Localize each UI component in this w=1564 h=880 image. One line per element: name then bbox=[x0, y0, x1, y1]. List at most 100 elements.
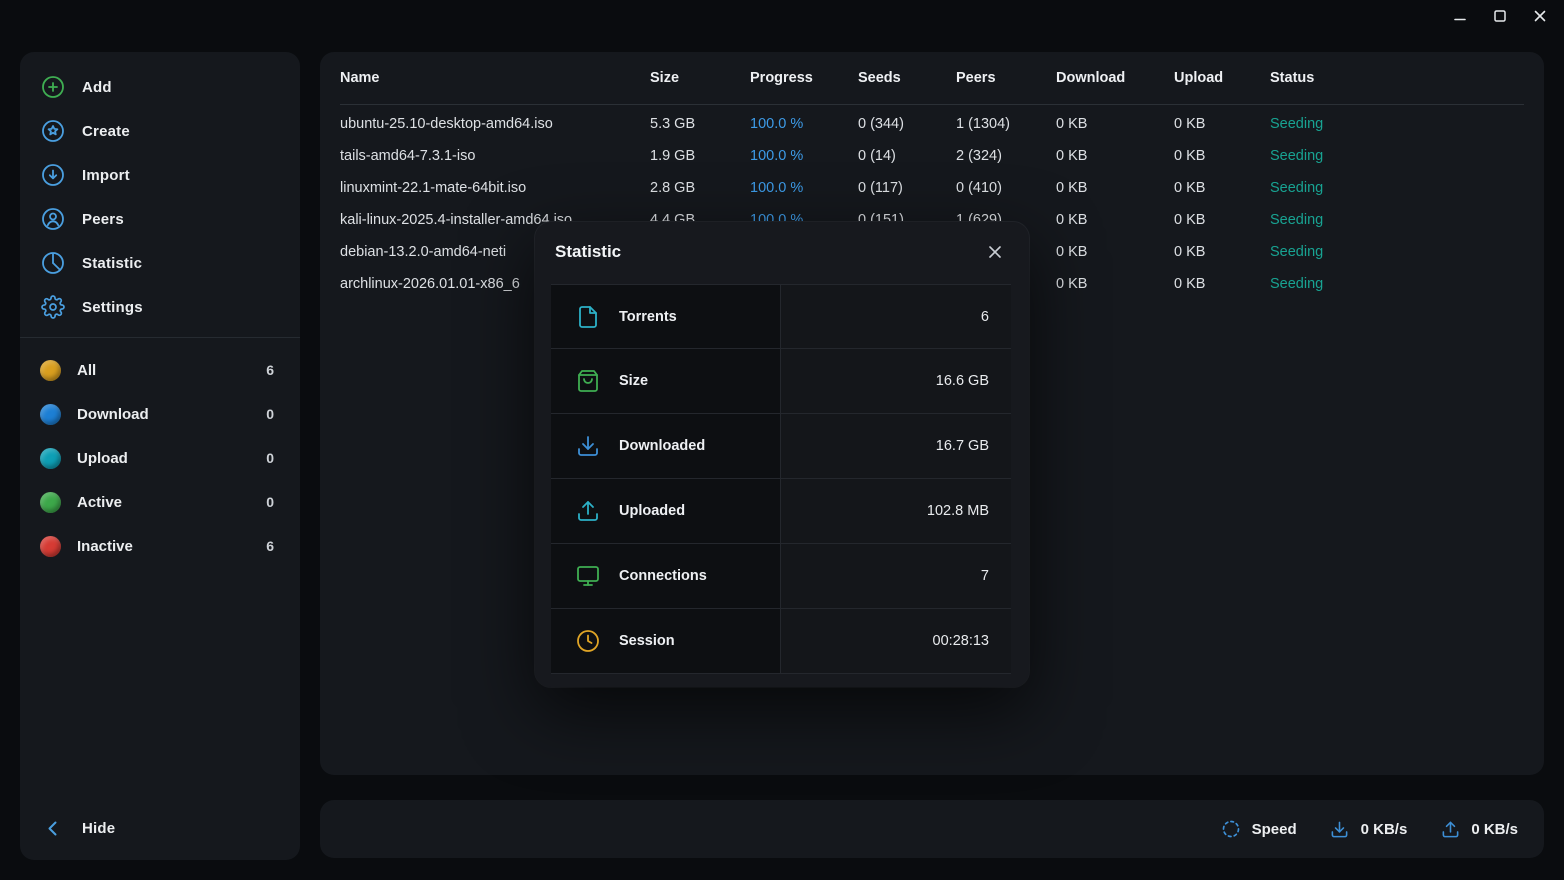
stat-value: 00:28:13 bbox=[933, 633, 989, 649]
filter-count: 6 bbox=[266, 362, 274, 378]
filter-item-download[interactable]: Download 0 bbox=[20, 392, 300, 436]
stat-label: Torrents bbox=[619, 309, 677, 325]
sidebar-divider bbox=[20, 337, 300, 338]
speed-icon bbox=[1220, 818, 1242, 840]
filter-label: All bbox=[77, 362, 250, 379]
table-row[interactable]: ubuntu-25.10-desktop-amd64.iso 5.3 GB 10… bbox=[340, 108, 1524, 140]
filter-item-all[interactable]: All 6 bbox=[20, 348, 300, 392]
table-header-row: Name Size Progress Seeds Peers Download … bbox=[340, 52, 1524, 105]
cell-download: 0 KB bbox=[1056, 148, 1174, 164]
speed-indicator: Speed bbox=[1220, 818, 1297, 840]
filter-item-upload[interactable]: Upload 0 bbox=[20, 436, 300, 480]
cell-download: 0 KB bbox=[1056, 276, 1174, 292]
filter-item-active[interactable]: Active 0 bbox=[20, 480, 300, 524]
download-speed-indicator: 0 KB/s bbox=[1329, 818, 1408, 840]
stat-label: Session bbox=[619, 633, 675, 649]
statistic-modal: Statistic Torrents 6 bbox=[535, 222, 1029, 687]
sidebar-item-statistic[interactable]: Statistic bbox=[20, 241, 300, 285]
close-icon bbox=[985, 242, 1005, 262]
shopping-bag-icon bbox=[575, 368, 601, 394]
sidebar-item-add[interactable]: Add bbox=[20, 65, 300, 109]
cell-download: 0 KB bbox=[1056, 244, 1174, 260]
sidebar-item-label: Peers bbox=[82, 211, 124, 228]
stat-row-downloaded: Downloaded 16.7 GB bbox=[551, 414, 1011, 479]
filter-label: Upload bbox=[77, 450, 250, 467]
sidebar-item-import[interactable]: Import bbox=[20, 153, 300, 197]
filter-dot bbox=[40, 448, 61, 469]
download-speed-value: 0 KB/s bbox=[1361, 821, 1408, 838]
cell-upload: 0 KB bbox=[1174, 212, 1270, 228]
upload-speed-value: 0 KB/s bbox=[1471, 821, 1518, 838]
window-titlebar bbox=[0, 0, 1564, 32]
pie-chart-icon bbox=[40, 250, 66, 276]
cell-peers: 2 (324) bbox=[956, 148, 1056, 164]
column-header-name[interactable]: Name bbox=[340, 70, 650, 86]
table-row[interactable]: tails-amd64-7.3.1-iso 1.9 GB 100.0 % 0 (… bbox=[340, 140, 1524, 172]
stat-row-torrents: Torrents 6 bbox=[551, 284, 1011, 349]
sidebar-item-create[interactable]: Create bbox=[20, 109, 300, 153]
status-bar: Speed 0 KB/s 0 KB/s bbox=[320, 800, 1544, 858]
stat-label: Connections bbox=[619, 568, 707, 584]
filter-count: 0 bbox=[266, 494, 274, 510]
monitor-icon bbox=[575, 563, 601, 589]
filter-dot bbox=[40, 360, 61, 381]
cell-peers: 0 (410) bbox=[956, 180, 1056, 196]
sidebar-item-settings[interactable]: Settings bbox=[20, 285, 300, 329]
cell-status: Seeding bbox=[1270, 180, 1524, 196]
column-header-upload[interactable]: Upload bbox=[1174, 70, 1270, 86]
file-icon bbox=[575, 304, 601, 330]
sidebar-item-peers[interactable]: Peers bbox=[20, 197, 300, 241]
cell-size: 5.3 GB bbox=[650, 116, 750, 132]
peers-icon bbox=[40, 206, 66, 232]
filter-dot bbox=[40, 404, 61, 425]
stat-value: 6 bbox=[981, 309, 989, 325]
sidebar-item-label: Import bbox=[82, 167, 130, 184]
stat-value: 7 bbox=[981, 568, 989, 584]
sidebar: Add Create Import Peers bbox=[20, 52, 300, 860]
import-icon bbox=[40, 162, 66, 188]
filter-item-inactive[interactable]: Inactive 6 bbox=[20, 524, 300, 568]
column-header-seeds[interactable]: Seeds bbox=[858, 70, 956, 86]
cell-progress: 100.0 % bbox=[750, 180, 858, 196]
upload-speed-indicator: 0 KB/s bbox=[1439, 818, 1518, 840]
filter-dot bbox=[40, 536, 61, 557]
sidebar-collapse-button[interactable]: Hide bbox=[20, 806, 300, 850]
cell-size: 1.9 GB bbox=[650, 148, 750, 164]
cell-status: Seeding bbox=[1270, 276, 1524, 292]
cell-size: 2.8 GB bbox=[650, 180, 750, 196]
sidebar-item-label: Add bbox=[82, 79, 112, 96]
cell-upload: 0 KB bbox=[1174, 180, 1270, 196]
table-row[interactable]: linuxmint-22.1-mate-64bit.iso 2.8 GB 100… bbox=[340, 172, 1524, 204]
stat-label: Downloaded bbox=[619, 438, 705, 454]
upload-icon bbox=[1439, 818, 1461, 840]
cell-status: Seeding bbox=[1270, 212, 1524, 228]
sidebar-item-label: Create bbox=[82, 123, 130, 140]
stat-row-uploaded: Uploaded 102.8 MB bbox=[551, 479, 1011, 544]
close-button[interactable] bbox=[1532, 8, 1548, 24]
stat-value: 16.7 GB bbox=[936, 438, 989, 454]
clock-icon bbox=[575, 628, 601, 654]
stat-row-connections: Connections 7 bbox=[551, 544, 1011, 609]
column-header-size[interactable]: Size bbox=[650, 70, 750, 86]
modal-close-button[interactable] bbox=[983, 240, 1007, 264]
sidebar-menu: Add Create Import Peers bbox=[20, 52, 300, 568]
filter-label: Active bbox=[77, 494, 250, 511]
minimize-button[interactable] bbox=[1452, 8, 1468, 24]
stat-value: 16.6 GB bbox=[936, 373, 989, 389]
download-icon bbox=[575, 433, 601, 459]
filter-count: 0 bbox=[266, 406, 274, 422]
statistic-table: Torrents 6 Size 16.6 GB Down bbox=[551, 284, 1011, 674]
column-header-peers[interactable]: Peers bbox=[956, 70, 1056, 86]
cell-download: 0 KB bbox=[1056, 180, 1174, 196]
cell-progress: 100.0 % bbox=[750, 116, 858, 132]
column-header-progress[interactable]: Progress bbox=[750, 70, 858, 86]
maximize-icon bbox=[1493, 9, 1507, 23]
stat-row-size: Size 16.6 GB bbox=[551, 349, 1011, 414]
column-header-download[interactable]: Download bbox=[1056, 70, 1174, 86]
cell-progress: 100.0 % bbox=[750, 148, 858, 164]
column-header-status[interactable]: Status bbox=[1270, 70, 1524, 86]
maximize-button[interactable] bbox=[1492, 8, 1508, 24]
filter-label: Inactive bbox=[77, 538, 250, 555]
stat-value: 102.8 MB bbox=[927, 503, 989, 519]
cell-seeds: 0 (117) bbox=[858, 180, 956, 196]
